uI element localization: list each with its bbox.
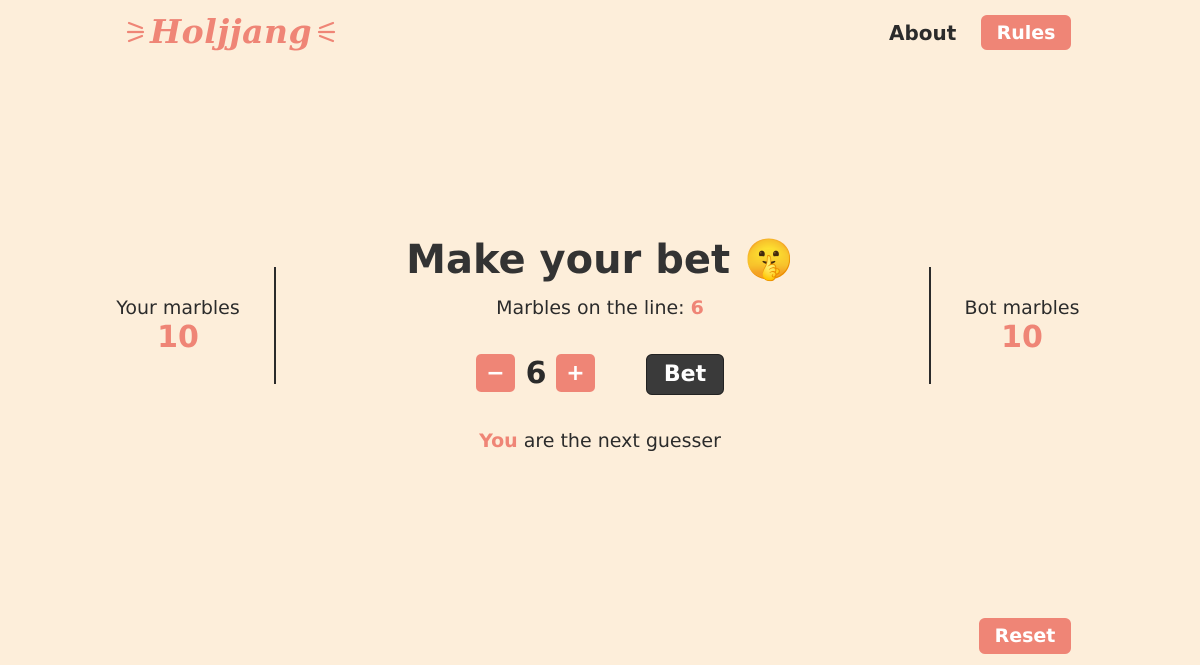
page-title: Make your bet 🤫 <box>300 233 900 287</box>
increment-button[interactable]: + <box>556 354 595 392</box>
logo[interactable]: Holjjang <box>126 10 336 54</box>
title-text: Make your bet <box>406 237 731 283</box>
decrement-button[interactable]: − <box>476 354 515 392</box>
marbles-on-line-value: 6 <box>690 297 704 319</box>
bet-button[interactable]: Bet <box>646 354 724 395</box>
player-marbles-count: 10 <box>157 320 199 355</box>
bet-amount-value: 6 <box>525 356 547 391</box>
bot-marbles-panel: Bot marbles 10 <box>922 296 1122 356</box>
nav-about-link[interactable]: About <box>889 20 956 46</box>
app-root: Holjjang About Rules Your marbles 10 Mak… <box>0 0 1200 665</box>
bot-marbles-label: Bot marbles <box>964 297 1080 319</box>
marbles-on-line-label: Marbles on the line: <box>496 297 685 319</box>
player-marbles-panel: Your marbles 10 <box>78 296 278 356</box>
logo-text: Holjjang <box>150 12 313 51</box>
shushing-face-icon: 🤫 <box>744 237 794 283</box>
right-burst-icon <box>317 21 336 43</box>
bot-marbles-count: 10 <box>1001 320 1043 355</box>
left-burst-icon <box>126 21 145 43</box>
reset-button[interactable]: Reset <box>979 618 1071 654</box>
next-guesser-text: are the next guesser <box>523 430 721 452</box>
next-guesser-status: You are the next guesser <box>300 429 900 453</box>
left-divider <box>274 267 276 384</box>
marbles-on-line: Marbles on the line: 6 <box>300 296 900 320</box>
nav-rules-button[interactable]: Rules <box>981 15 1071 50</box>
next-guesser-who: You <box>479 430 518 452</box>
player-marbles-label: Your marbles <box>116 297 240 319</box>
